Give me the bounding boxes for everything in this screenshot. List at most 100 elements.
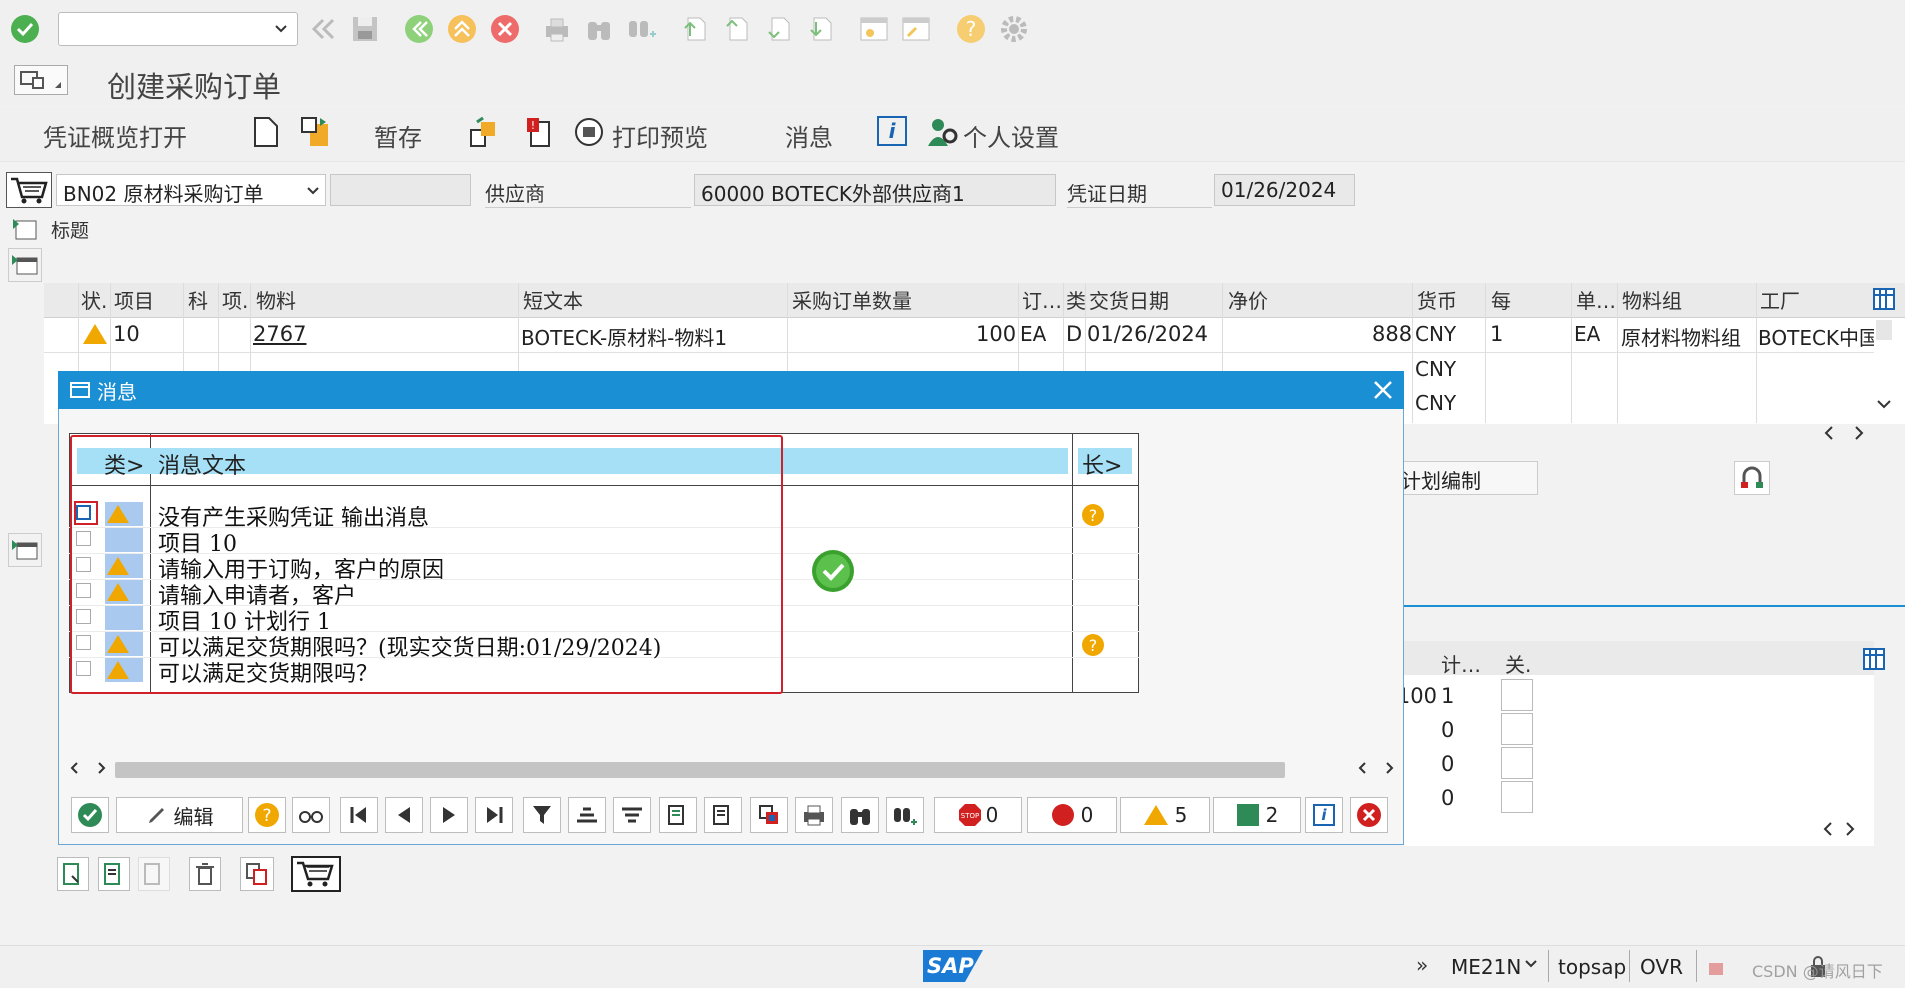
col-currency[interactable]: 货币 bbox=[1417, 285, 1457, 314]
other-po-button[interactable] bbox=[298, 116, 332, 148]
filter-button[interactable] bbox=[523, 797, 561, 833]
col-material-group[interactable]: 物料组 bbox=[1622, 285, 1682, 314]
cell-category[interactable]: D bbox=[1066, 322, 1082, 346]
info-button[interactable]: i bbox=[1305, 797, 1343, 833]
print-button[interactable] bbox=[538, 10, 576, 48]
print-preview-button[interactable]: 打印预览 bbox=[612, 118, 708, 153]
col-order-unit[interactable]: 单… bbox=[1576, 285, 1616, 314]
hold-button[interactable]: 暂存 bbox=[374, 118, 422, 153]
select-all-button[interactable] bbox=[57, 857, 89, 891]
save-button[interactable] bbox=[346, 10, 384, 48]
enter-button[interactable] bbox=[6, 10, 44, 48]
transaction-code[interactable]: ME21N bbox=[1451, 955, 1521, 979]
col-status[interactable]: 状. bbox=[81, 285, 107, 314]
find-button[interactable] bbox=[580, 10, 618, 48]
shortcut-button[interactable] bbox=[897, 10, 935, 48]
header-expand-button[interactable] bbox=[10, 215, 40, 245]
confirm-button[interactable] bbox=[71, 797, 109, 833]
col-net-price[interactable]: 净价 bbox=[1228, 285, 1268, 314]
col-account[interactable]: 科 bbox=[188, 285, 208, 314]
col-material[interactable]: 物料 bbox=[256, 285, 296, 314]
checkbox[interactable] bbox=[1501, 747, 1533, 779]
next-button[interactable] bbox=[430, 797, 468, 833]
back-button[interactable] bbox=[303, 10, 341, 48]
cell-qty-fragment[interactable]: 100 bbox=[1404, 684, 1437, 708]
create-button[interactable] bbox=[251, 116, 281, 148]
close-button[interactable] bbox=[1371, 378, 1395, 402]
nav-back-button[interactable] bbox=[400, 10, 438, 48]
long-text-button[interactable]: ? bbox=[1081, 503, 1105, 527]
check-button[interactable] bbox=[467, 116, 499, 148]
vendor-field[interactable]: 60000 BOTECK外部供应商1 bbox=[694, 174, 1056, 206]
warning-count-button[interactable]: 5 bbox=[1120, 797, 1210, 833]
deselect-button[interactable] bbox=[138, 857, 170, 891]
cell-schedule[interactable]: 0 bbox=[1441, 786, 1454, 810]
schedule-button[interactable]: 计划编制 bbox=[1396, 461, 1538, 495]
table-settings-button[interactable] bbox=[1862, 647, 1886, 671]
cell-quantity[interactable]: 100 bbox=[976, 322, 1016, 346]
cell-delivery-date[interactable]: 01/26/2024 bbox=[1087, 322, 1208, 346]
long-text-button[interactable]: ? bbox=[1081, 633, 1105, 657]
chevron-down-icon[interactable] bbox=[1525, 958, 1537, 970]
next-page-button[interactable] bbox=[759, 10, 797, 48]
checkbox[interactable] bbox=[1501, 713, 1533, 745]
print-button[interactable] bbox=[795, 797, 833, 833]
col-item[interactable]: 项目 bbox=[114, 285, 154, 314]
expand-status-icon[interactable]: » bbox=[1416, 953, 1428, 977]
order-type-select[interactable]: BN02 原材料采购订单 bbox=[56, 174, 326, 206]
help-button[interactable]: ? bbox=[248, 797, 286, 833]
insert-mode[interactable]: OVR bbox=[1640, 955, 1683, 979]
overview-open-button[interactable]: 凭证概览打开 bbox=[43, 118, 187, 153]
cell-per[interactable]: 1 bbox=[1490, 322, 1503, 346]
cell-currency[interactable]: CNY bbox=[1415, 391, 1456, 415]
find-button[interactable] bbox=[841, 797, 879, 833]
cell-material-group[interactable]: 原材料物料组 bbox=[1621, 322, 1741, 351]
help-button[interactable]: ? bbox=[952, 10, 990, 48]
scroll-left-button[interactable] bbox=[67, 760, 81, 776]
edit-button[interactable]: 编辑 bbox=[116, 797, 243, 833]
command-field[interactable] bbox=[58, 12, 298, 46]
cell-order-unit[interactable]: EA bbox=[1574, 322, 1600, 346]
col-per[interactable]: 每 bbox=[1491, 285, 1511, 314]
col-schedule[interactable]: 计… bbox=[1441, 649, 1481, 678]
col-long-text[interactable]: 长> bbox=[1082, 448, 1122, 480]
scroll-right-button[interactable] bbox=[1842, 820, 1858, 838]
scroll-right-button[interactable] bbox=[95, 760, 109, 776]
menu-button[interactable] bbox=[14, 65, 68, 95]
cancel-button[interactable] bbox=[1350, 797, 1388, 833]
stop-count-button[interactable]: STOP 0 bbox=[934, 797, 1022, 833]
messages-icon-button[interactable]: ! bbox=[525, 116, 557, 148]
table-settings-button[interactable] bbox=[1872, 287, 1896, 311]
previous-button[interactable] bbox=[385, 797, 423, 833]
view-button[interactable] bbox=[292, 797, 330, 833]
cell-schedule[interactable]: 0 bbox=[1441, 718, 1454, 742]
col-quantity[interactable]: 采购订单数量 bbox=[792, 285, 912, 314]
overview-collapse-button[interactable] bbox=[8, 248, 42, 282]
col-unit[interactable]: 订… bbox=[1022, 285, 1062, 314]
scroll-left-button[interactable] bbox=[1820, 820, 1836, 838]
select-layout-button[interactable] bbox=[704, 797, 742, 833]
prev-page-button[interactable] bbox=[717, 10, 755, 48]
copy-button[interactable] bbox=[240, 857, 274, 891]
new-session-button[interactable] bbox=[855, 10, 893, 48]
delete-button[interactable] bbox=[189, 857, 221, 891]
select-block-button[interactable] bbox=[98, 857, 130, 891]
cell-material[interactable]: 2767 bbox=[253, 322, 306, 346]
cell-short-text[interactable]: BOTECK-原材料-物料1 bbox=[521, 322, 727, 351]
col-category[interactable]: 类 bbox=[1066, 285, 1086, 314]
col-delivery-date[interactable]: 交货日期 bbox=[1089, 285, 1169, 314]
export-button[interactable] bbox=[750, 797, 788, 833]
po-number-field[interactable] bbox=[330, 174, 471, 206]
exit-button[interactable] bbox=[443, 10, 481, 48]
cell-schedule[interactable]: 0 bbox=[1441, 752, 1454, 776]
success-count-button[interactable]: 2 bbox=[1213, 797, 1301, 833]
scroll-right-button[interactable] bbox=[1851, 424, 1867, 442]
first-page-button[interactable] bbox=[675, 10, 713, 48]
layout-button[interactable] bbox=[659, 797, 697, 833]
find-next-button[interactable] bbox=[886, 797, 924, 833]
col-item-cat[interactable]: 项. bbox=[222, 285, 248, 314]
last-page-button[interactable] bbox=[801, 10, 839, 48]
scroll-down-button[interactable] bbox=[1876, 396, 1892, 412]
document-type-button[interactable] bbox=[6, 172, 52, 208]
col-short-text[interactable]: 短文本 bbox=[523, 285, 583, 314]
